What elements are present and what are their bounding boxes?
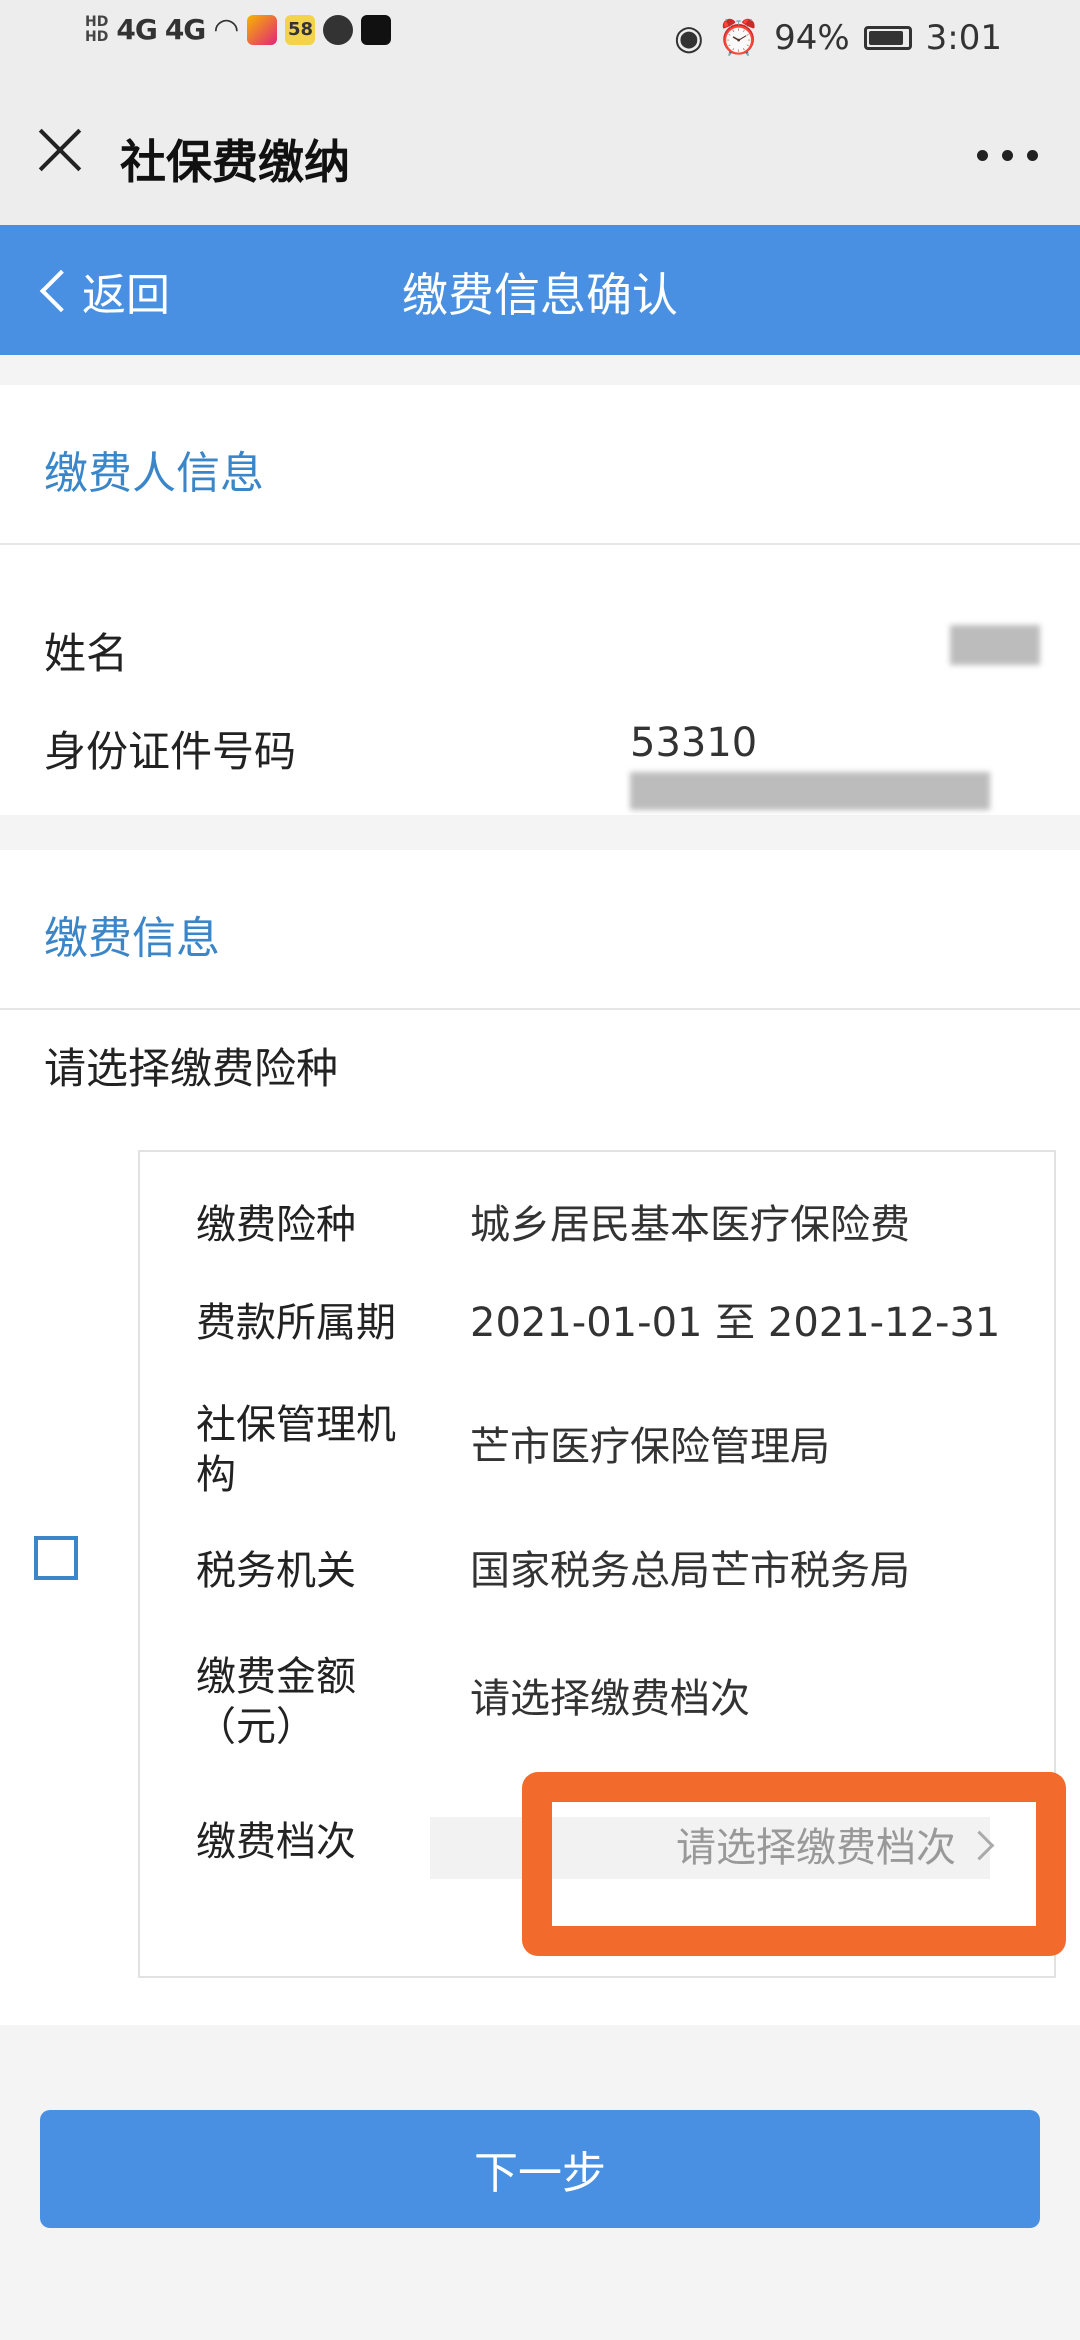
payment-section-header: 缴费信息 [0, 850, 1080, 1010]
id-value: 53310 [630, 720, 1080, 812]
id-label: 身份证件号码 [44, 727, 297, 776]
payer-section-title: 缴费人信息 [44, 448, 264, 499]
agency-label: 社保管理机构 [196, 1402, 396, 1498]
id-value-prefix: 53310 [630, 720, 758, 766]
period-value: 2021-01-01 至 2021-12-31 [470, 1300, 1001, 1346]
tiktok-icon [361, 14, 392, 45]
status-right: ◉ ⏰ 94% 3:01 [674, 18, 1002, 58]
id-value-redacted [630, 772, 990, 810]
agency-value: 芒市医疗保险管理局 [470, 1424, 830, 1470]
more-options-icon[interactable] [977, 150, 1038, 161]
app-title-bar: 社保费缴纳 [0, 80, 1080, 225]
close-icon[interactable] [32, 122, 88, 178]
page-title: 缴费信息确认 [402, 268, 678, 322]
name-value-redacted [950, 625, 1040, 675]
period-label: 费款所属期 [196, 1300, 396, 1346]
eye-icon: ◉ [674, 18, 704, 58]
battery-percent: 94% [774, 18, 850, 58]
next-step-button[interactable]: 下一步 [40, 2110, 1040, 2228]
video-app-icon [247, 14, 278, 45]
tax-office-value: 国家税务总局芒市税务局 [470, 1548, 910, 1594]
58-app-icon: 58 [285, 14, 316, 45]
tax-office-label: 税务机关 [196, 1548, 356, 1594]
page-nav-bar: 返回 缴费信息确认 [0, 225, 1080, 355]
battery-icon [863, 26, 912, 50]
insurance-checkbox[interactable] [34, 1536, 78, 1580]
name-label: 姓名 [44, 629, 129, 678]
amount-value: 请选择缴费档次 [470, 1676, 750, 1722]
signal-icon-2: 4G [164, 13, 206, 46]
tier-label: 缴费档次 [196, 1819, 356, 1865]
clock: 3:01 [925, 18, 1002, 58]
insurance-type-label: 缴费险种 [196, 1202, 356, 1248]
wifi-icon: ◠ [213, 12, 240, 47]
amount-label: 缴费金额（元） [196, 1654, 356, 1750]
status-bar: HD HD 4G 4G ◠ 58 ◉ ⏰ 94% 3:01 [0, 0, 1080, 80]
signal-icon: 4G [116, 13, 157, 46]
payer-section-header: 缴费人信息 [0, 385, 1080, 545]
insurance-prompt: 请选择缴费险种 [44, 1044, 339, 1093]
app-title: 社保费缴纳 [120, 135, 350, 189]
insurance-type-value: 城乡居民基本医疗保险费 [470, 1202, 910, 1248]
annotation-highlight-box [522, 1772, 1066, 1956]
payment-section-title: 缴费信息 [44, 913, 220, 964]
payer-section: 缴费人信息 姓名 身份证件号码 53310 [0, 385, 1080, 815]
status-left: HD HD 4G 4G ◠ 58 [85, 12, 392, 47]
alarm-icon: ⏰ [717, 18, 761, 58]
hd-icon: HD HD [85, 13, 109, 45]
browser-app-icon [323, 14, 354, 45]
